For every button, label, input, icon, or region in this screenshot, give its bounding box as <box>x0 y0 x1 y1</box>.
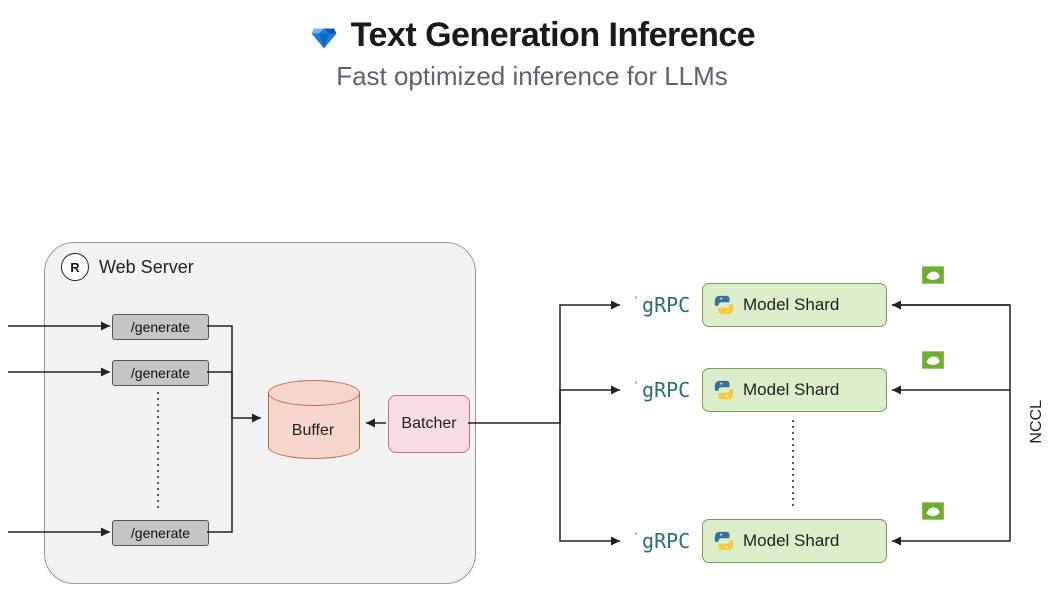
endpoint-generate: /generate <box>112 360 209 386</box>
grpc-label: ˙gRPC <box>630 378 690 402</box>
shard-label: Model Shard <box>743 531 839 551</box>
nvidia-icon <box>920 347 946 373</box>
page-subtitle: Fast optimized inference for LLMs <box>0 61 1064 92</box>
rust-icon: R <box>61 253 89 281</box>
endpoint-generate: /generate <box>112 314 209 340</box>
buffer-cylinder: Buffer <box>268 380 358 470</box>
python-icon <box>713 294 735 316</box>
python-icon <box>713 530 735 552</box>
model-shard: Model Shard <box>702 283 887 327</box>
buffer-label: Buffer <box>268 422 358 440</box>
python-icon <box>713 379 735 401</box>
model-shard: Model Shard <box>702 519 887 563</box>
grpc-label: ˙gRPC <box>630 529 690 553</box>
model-shard: Model Shard <box>702 368 887 412</box>
nccl-label: NCCL <box>1028 400 1046 444</box>
web-server-label: Web Server <box>99 257 194 278</box>
gem-icon <box>309 21 339 51</box>
grpc-label: ˙gRPC <box>630 293 690 317</box>
nvidia-icon <box>920 498 946 524</box>
shard-label: Model Shard <box>743 295 839 315</box>
page-title: Text Generation Inference <box>351 16 755 55</box>
diagram-header: Text Generation Inference Fast optimized… <box>0 16 1064 92</box>
batcher-box: Batcher <box>388 395 470 453</box>
shard-label: Model Shard <box>743 380 839 400</box>
endpoint-generate: /generate <box>112 520 209 546</box>
nvidia-icon <box>920 262 946 288</box>
